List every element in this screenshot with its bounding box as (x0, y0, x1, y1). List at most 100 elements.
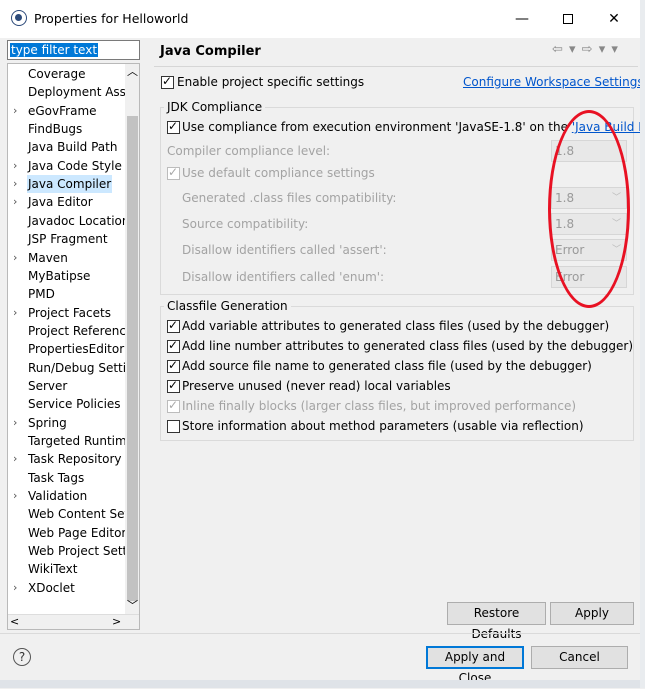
tree-item[interactable]: Javadoc Location (8, 212, 126, 230)
expand-chevron-icon[interactable]: › (13, 579, 23, 597)
tree-item-label: XDoclet (28, 580, 75, 595)
tree-item-label: Server (28, 378, 68, 393)
tree-item[interactable]: › Maven (8, 249, 126, 267)
tree-item[interactable]: › Task Repository (8, 450, 126, 468)
tree-item[interactable]: › eGovFrame (8, 102, 126, 120)
filter-input[interactable]: type filter text (7, 40, 140, 60)
add-variable-attrs-label: Add variable attributes to generated cla… (182, 319, 610, 333)
title-separator (154, 66, 638, 67)
tree-item[interactable]: Run/Debug Settin (8, 359, 126, 377)
tree-item-label: Project References (28, 323, 126, 338)
add-source-file-checkbox[interactable] (167, 358, 180, 373)
tree-item[interactable]: Targeted Runtime (8, 432, 126, 450)
tree-item[interactable]: › Java Code Style (8, 157, 126, 175)
footer-separator (0, 633, 645, 634)
maximize-icon (563, 14, 573, 24)
expand-chevron-icon[interactable]: › (13, 102, 23, 120)
expand-chevron-icon[interactable]: › (13, 193, 23, 211)
enable-specific-checkbox[interactable] (161, 74, 174, 89)
disallow-assert-label: Disallow identifiers called 'assert': (182, 243, 387, 257)
tree-item-label: Java Code Style (28, 158, 122, 173)
tree-item[interactable]: Coverage (8, 65, 126, 83)
tree-item[interactable]: Web Page Editor (8, 524, 126, 542)
tree-item-label: Project Facets (28, 305, 111, 320)
tree-item-label: Spring (28, 415, 67, 430)
tree-item[interactable]: MyBatipse (8, 267, 126, 285)
tree-item[interactable]: › Java Compiler (8, 175, 126, 194)
page-title: Java Compiler (160, 44, 261, 59)
tree-item[interactable]: Service Policies (8, 395, 126, 413)
scroll-left-icon[interactable]: < (10, 615, 19, 628)
tree-item[interactable]: Web Content Sett (8, 505, 126, 523)
close-button[interactable]: ✕ (591, 5, 637, 33)
scrollbar-thumb[interactable] (127, 116, 138, 601)
history-nav-icons[interactable]: ⇦ ▾ ⇨ ▾ ▾ (552, 42, 619, 57)
tree-item[interactable]: WikiText (8, 560, 126, 578)
property-page-tree[interactable]: Coverage Deployment Asser › eGovFrame FindBu… (7, 63, 140, 630)
help-icon[interactable]: ? (13, 648, 31, 666)
expand-chevron-icon[interactable]: › (13, 249, 23, 267)
tree-item[interactable]: PropertiesEditor (8, 340, 126, 358)
tree-item-label: eGovFrame (28, 103, 97, 118)
tree-item[interactable]: Server (8, 377, 126, 395)
use-default-label: Use default compliance settings (182, 166, 375, 180)
background-ide-strip (0, 680, 645, 688)
cancel-button[interactable]: Cancel (531, 646, 628, 669)
expand-chevron-icon[interactable]: › (13, 487, 23, 505)
tree-item[interactable]: › Project Facets (8, 304, 126, 322)
tree-item[interactable]: PMD (8, 285, 126, 303)
use-compliance-checkbox[interactable] (167, 119, 180, 134)
add-line-number-label: Add line number attributes to generated … (182, 339, 634, 353)
title-bar: Properties for Helloworld — ✕ (0, 0, 645, 38)
tree-item-label: Coverage (28, 67, 86, 81)
expand-chevron-icon[interactable]: › (13, 450, 23, 468)
tree-item-label: FindBugs (28, 122, 83, 137)
configure-workspace-link[interactable]: Configure Workspace Settings... (463, 75, 645, 89)
tree-item-label: Javadoc Location (28, 213, 126, 228)
tree-item[interactable]: JSP Fragment (8, 230, 126, 248)
maximize-button[interactable] (545, 5, 591, 33)
filter-input-text: type filter text (10, 43, 99, 57)
tree-item-label: Task Tags (28, 470, 85, 485)
tree-item-label: Service Policies (28, 397, 121, 412)
expand-chevron-icon[interactable]: › (13, 304, 23, 322)
expand-chevron-icon[interactable]: › (13, 414, 23, 432)
minimize-button[interactable]: — (499, 5, 545, 33)
add-variable-attrs-checkbox[interactable] (167, 318, 180, 333)
jdk-compliance-title: JDK Compliance (164, 100, 266, 114)
tree-item-label: Validation (28, 489, 88, 504)
tree-item-label: MyBatipse (28, 268, 91, 283)
preserve-unused-checkbox[interactable] (167, 378, 180, 393)
enable-specific-label: Enable project specific settings (177, 75, 365, 89)
tree-item-label: PropertiesEditor (28, 342, 125, 357)
tree-item[interactable]: › Java Editor (8, 193, 126, 211)
tree-item[interactable]: Web Project Settir (8, 542, 126, 560)
use-default-checkbox (167, 165, 180, 180)
tree-item[interactable]: Task Tags (8, 469, 126, 487)
apply-button[interactable]: Apply (550, 602, 634, 625)
tree-item[interactable]: Java Build Path (8, 138, 126, 156)
tree-item[interactable]: › Validation (8, 487, 126, 505)
tree-item-label: Targeted Runtime (28, 434, 126, 448)
expand-chevron-icon[interactable]: › (13, 157, 23, 175)
expand-chevron-icon[interactable]: › (13, 175, 23, 193)
tree-item-label: Web Project Settir (28, 544, 126, 559)
scroll-right-icon[interactable]: > (112, 615, 121, 628)
tree-item-label: Task Repository (28, 452, 122, 467)
tree-item[interactable]: Deployment Asser (8, 83, 126, 101)
tree-item[interactable]: › Spring (8, 414, 126, 432)
add-line-number-checkbox[interactable] (167, 338, 180, 353)
tree-item-label: Run/Debug Settin (28, 360, 126, 375)
tree-item-label: WikiText (28, 562, 78, 577)
store-method-params-checkbox[interactable] (167, 420, 180, 433)
apply-and-close-button[interactable]: Apply and Close (426, 646, 524, 685)
tree-item-label: Maven (28, 250, 68, 265)
tree-item[interactable]: FindBugs (8, 120, 126, 138)
tree-item[interactable]: Project References (8, 322, 126, 340)
restore-defaults-button[interactable]: Restore Defaults (447, 602, 546, 641)
scroll-down-icon[interactable]: ﹀ (125, 598, 139, 614)
tree-item[interactable]: › XDoclet (8, 579, 126, 597)
scroll-up-icon[interactable]: ︿ (125, 64, 139, 80)
tree-item-label: Web Page Editor (28, 525, 126, 540)
inline-finally-label: Inline finally blocks (larger class file… (182, 399, 577, 413)
